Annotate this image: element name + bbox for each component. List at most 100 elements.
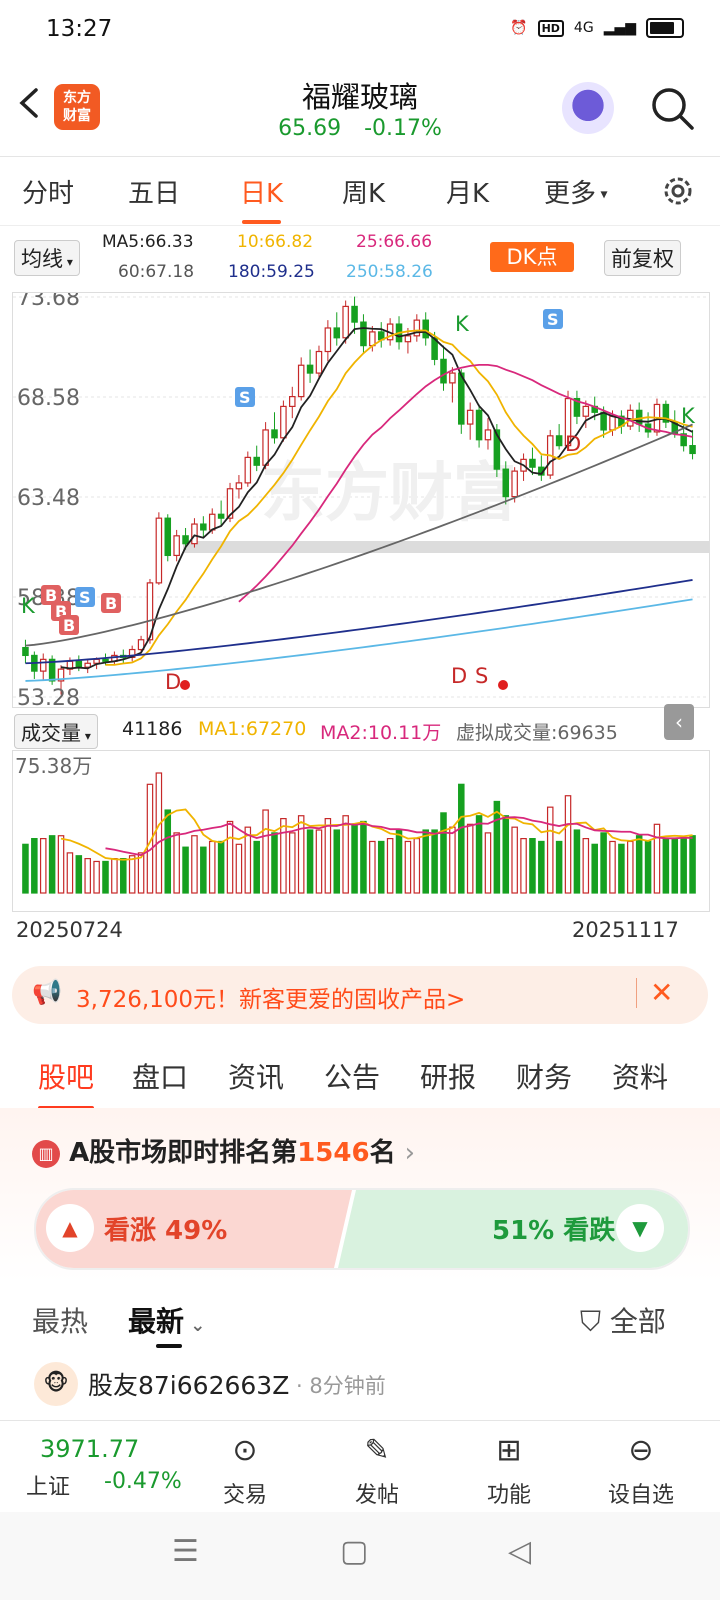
post-button[interactable]: ✎ 发帖 (332, 1431, 422, 1509)
volume-bar-up (191, 835, 198, 894)
menu-icon[interactable]: ☰ (172, 1534, 199, 1569)
filter-button[interactable]: ⛉ 全部 (580, 1300, 666, 1340)
tab-research[interactable]: 研报 (420, 1056, 476, 1096)
network-label: 4G (573, 20, 594, 36)
volume-bar-down (440, 812, 447, 894)
signal-label: S (239, 388, 251, 407)
candle-up (315, 350, 323, 374)
collapse-arrow-icon[interactable]: ‹ (664, 704, 694, 740)
volume-header: 成交量 ▾ 41186 MA1:67270 MA2:10.11万 虚拟成交量:6… (0, 704, 720, 754)
candle-up (609, 415, 616, 431)
candle-up (582, 405, 590, 417)
vote-down-label[interactable]: 51% 看跌 (492, 1210, 615, 1247)
adjust-button[interactable]: 前复权 (604, 240, 681, 276)
volume-bar-down (422, 829, 429, 894)
volume-bar-up (262, 809, 269, 894)
candle-up (484, 429, 492, 441)
candle-up (449, 372, 456, 384)
candle-up (466, 409, 474, 425)
candle-down (422, 319, 429, 339)
tab-daily-k[interactable]: 日K (240, 173, 283, 224)
volume-bar-down (555, 840, 563, 894)
chevron-down-icon: ⌄ (184, 1315, 206, 1336)
vote-up-label[interactable]: 看涨 49% (104, 1210, 227, 1247)
home-icon[interactable]: ▢ (340, 1534, 368, 1569)
close-icon[interactable]: ✕ (650, 976, 673, 1009)
ma10-value: 10:66.82 (237, 232, 314, 252)
rank-line[interactable]: ▥ A股市场即时排名第1546名 › (32, 1132, 415, 1169)
volume-bar-up (342, 815, 349, 894)
edit-icon: ✎ (364, 1433, 390, 1468)
tab-fenshi[interactable]: 分时 (22, 173, 74, 210)
add-watchlist-button[interactable]: ⊖ 设自选 (596, 1431, 686, 1509)
assistant-robot-icon[interactable] (562, 82, 614, 134)
vol-ma1: MA1:67270 (198, 718, 307, 740)
volume-chart[interactable]: 75.38万 (12, 750, 710, 912)
tab-profile[interactable]: 资料 (612, 1056, 668, 1096)
start-date: 20250724 (16, 918, 123, 942)
tab-monthly-k[interactable]: 月K (446, 173, 489, 210)
trade-button[interactable]: ⊙ 交易 (200, 1431, 290, 1509)
tab-more[interactable]: 更多 ▾ (544, 173, 608, 210)
kline-chart[interactable]: 东方财富73.6868.5863.4858.3853.28KSKDSDKBBBS… (12, 286, 710, 711)
post-item[interactable]: 🐵 股友87i662663Z · 8分钟前 (0, 1360, 720, 1420)
tab-guba[interactable]: 股吧 (38, 1056, 95, 1110)
stock-change: -0.17% (364, 116, 442, 141)
tab-latest[interactable]: 最新 ⌄ (128, 1300, 205, 1340)
gear-icon[interactable] (660, 173, 696, 209)
volume-value: 41186 (122, 718, 183, 740)
function-button[interactable]: ⊞ 功能 (464, 1431, 554, 1509)
stock-header: 东方 财富 福耀玻璃 65.69 -0.17% (0, 60, 720, 157)
signal-label: S (547, 310, 559, 329)
tab-news[interactable]: 资讯 (228, 1056, 284, 1096)
ma-legend: 均线 ▾ MA5:66.33 10:66.82 25:66.66 60:67.1… (0, 232, 720, 292)
candle-down (306, 364, 314, 374)
tab-announcement[interactable]: 公告 (324, 1056, 380, 1096)
volume-bar-up (324, 817, 332, 894)
volume-bar-up (155, 772, 163, 894)
volume-bar-up (404, 840, 412, 894)
candle-up (173, 535, 180, 557)
promo-banner[interactable]: 📢 3,726,100元！新客更爱的固收产品> ✕ (12, 966, 708, 1024)
tab-wuri[interactable]: 五日 (128, 173, 180, 210)
candle-down (164, 517, 172, 557)
date-axis: 20250724 20251117 (0, 918, 720, 948)
down-arrow-icon[interactable]: ▼ (616, 1204, 664, 1252)
volume-bar-up (653, 823, 661, 894)
volume-bar-up (546, 806, 554, 894)
post-username[interactable]: 股友87i662663Z (88, 1366, 289, 1402)
volume-bar-up (582, 837, 590, 894)
candle-up (404, 335, 412, 343)
volume-bar-down (306, 829, 314, 894)
tab-weekly-k[interactable]: 周K (342, 173, 385, 210)
volume-bar-up (137, 852, 145, 894)
dk-point-button[interactable]: DK点 (490, 242, 574, 272)
volume-bar-down (271, 832, 278, 894)
signal-label: K (455, 312, 470, 336)
candle-down (102, 658, 109, 662)
signal-label: K (681, 404, 696, 428)
y-tick-label: 63.48 (17, 486, 80, 511)
volume-bar-down (200, 846, 207, 894)
volume-bar-down (377, 840, 385, 894)
signal-label: S (475, 664, 488, 688)
rank-chart-icon: ▥ (32, 1139, 60, 1168)
y-tick-label: 68.58 (17, 386, 80, 411)
signal-label: D (165, 670, 181, 694)
ma-selector[interactable]: 均线 ▾ (14, 240, 80, 276)
back-nav-icon[interactable]: ◁ (508, 1534, 531, 1569)
tab-pankou[interactable]: 盘口 (132, 1056, 188, 1096)
volume-bar-down (475, 815, 483, 894)
volume-bar-up (564, 795, 572, 894)
volume-bar-down (689, 835, 696, 894)
search-icon[interactable] (648, 84, 696, 132)
period-tabs: 分时 五日 日K 周K 月K 更多 ▾ (0, 157, 720, 226)
volume-max-label: 75.38万 (15, 754, 92, 778)
volume-bar-down (618, 843, 625, 894)
volume-selector[interactable]: 成交量 ▾ (14, 714, 98, 749)
avatar[interactable]: 🐵 (34, 1362, 78, 1406)
index-value[interactable]: 3971.77 (40, 1435, 139, 1463)
tab-hot[interactable]: 最热 (32, 1300, 88, 1340)
up-arrow-icon[interactable]: ▲ (46, 1204, 94, 1252)
tab-finance[interactable]: 财务 (516, 1056, 572, 1096)
